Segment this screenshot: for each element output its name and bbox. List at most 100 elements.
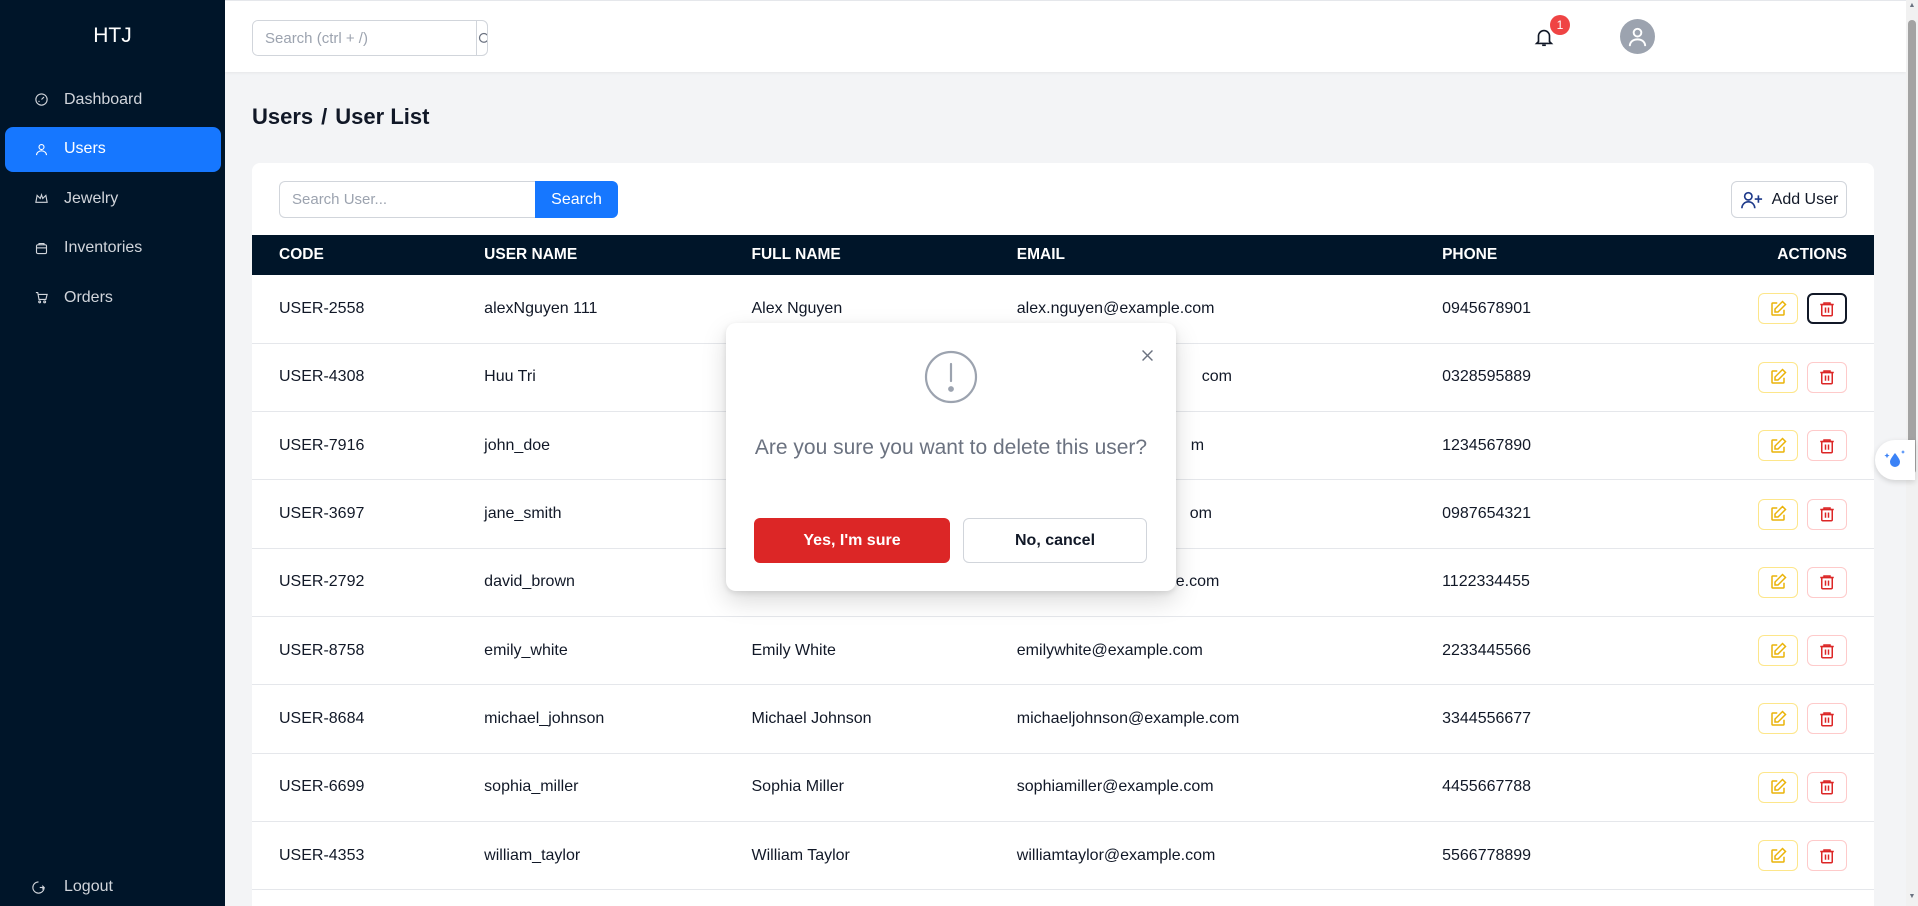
add-user-icon bbox=[1740, 191, 1762, 208]
cell-username: jane_smith bbox=[484, 505, 562, 523]
warning-icon bbox=[923, 349, 979, 405]
delete-button[interactable] bbox=[1807, 498, 1847, 530]
confirm-delete-button[interactable]: Yes, I'm sure bbox=[754, 518, 950, 563]
delete-button[interactable] bbox=[1807, 703, 1847, 735]
table-header-row: CODE USER NAME FULL NAME EMAIL PHONE ACT… bbox=[252, 235, 1874, 275]
trash-icon bbox=[1820, 438, 1834, 454]
edit-button[interactable] bbox=[1758, 635, 1798, 667]
edit-button[interactable] bbox=[1758, 840, 1798, 872]
global-search-button[interactable] bbox=[476, 21, 487, 55]
cell-username: john_doe bbox=[484, 436, 551, 454]
sidebar-item-users[interactable]: Users bbox=[5, 126, 221, 172]
trash-icon bbox=[1820, 848, 1834, 864]
brand-logo[interactable]: HTJ bbox=[0, 24, 225, 48]
cell-code: USER-2792 bbox=[279, 573, 365, 591]
cell-phone: 5566778899 bbox=[1442, 846, 1532, 864]
cell-email: emilywhite@example.com bbox=[1016, 641, 1203, 659]
cell-phone: 0987654321 bbox=[1442, 505, 1532, 523]
table-row: USER-6699 sophia_miller Sophia Miller so… bbox=[252, 753, 1874, 822]
sidebar-item-jewelry[interactable]: Jewelry bbox=[5, 176, 221, 221]
delete-button[interactable] bbox=[1807, 430, 1847, 462]
cell-actions bbox=[1758, 616, 1874, 684]
sidebar-item-inventories[interactable]: Inventories bbox=[5, 226, 221, 271]
delete-button[interactable] bbox=[1807, 293, 1847, 325]
trash-icon bbox=[1820, 575, 1834, 590]
edit-button[interactable] bbox=[1758, 498, 1798, 530]
cell-actions bbox=[1758, 480, 1874, 548]
cart-icon bbox=[31, 290, 51, 306]
edit-button[interactable] bbox=[1758, 361, 1798, 393]
edit-button[interactable] bbox=[1758, 703, 1798, 735]
cell-email: sophiamiller@example.com bbox=[1016, 778, 1214, 796]
scrollbar-thumb[interactable] bbox=[1908, 20, 1916, 474]
delete-button[interactable] bbox=[1807, 635, 1847, 667]
delete-button[interactable] bbox=[1807, 361, 1847, 393]
scroll-up-arrow[interactable]: ▲ bbox=[1908, 2, 1916, 12]
global-search-input[interactable] bbox=[253, 21, 476, 55]
cell-code: USER-4353 bbox=[279, 846, 365, 864]
cell-username: alexNguyen 111 bbox=[484, 299, 598, 317]
jewelry-icon bbox=[31, 191, 51, 207]
cell-code: USER-8758 bbox=[279, 641, 365, 659]
edit-icon bbox=[1771, 642, 1787, 658]
user-search: Search bbox=[279, 181, 618, 218]
table-row: USER-8684 michael_johnson Michael Johnso… bbox=[252, 685, 1874, 754]
cell-phone: 1122334455 bbox=[1442, 573, 1530, 591]
delete-confirm-modal: Are you sure you want to delete this use… bbox=[726, 323, 1176, 591]
cell-actions bbox=[1758, 821, 1874, 889]
breadcrumb-separator: / bbox=[321, 104, 328, 129]
cell-phone: 0328595889 bbox=[1442, 368, 1532, 386]
edit-icon bbox=[1771, 710, 1787, 726]
cell-code: USER-8684 bbox=[279, 709, 365, 727]
cell-code: USER-4308 bbox=[279, 368, 365, 386]
notification-badge: 1 bbox=[1550, 15, 1570, 35]
edit-button[interactable] bbox=[1758, 566, 1798, 598]
edit-icon bbox=[1771, 573, 1787, 590]
trash-icon bbox=[1820, 302, 1834, 317]
trash-icon bbox=[1820, 712, 1834, 727]
column-header-fullname: FULL NAME bbox=[751, 246, 841, 263]
logout-button[interactable]: Logout bbox=[5, 866, 221, 906]
edit-icon bbox=[1771, 437, 1787, 453]
cell-actions bbox=[1758, 753, 1874, 821]
cell-fullname: William Taylor bbox=[751, 846, 850, 864]
global-search bbox=[252, 20, 488, 56]
delete-button[interactable] bbox=[1807, 771, 1847, 803]
avatar-icon bbox=[1628, 27, 1647, 47]
cell-username: Huu Tri bbox=[484, 368, 536, 386]
add-user-button[interactable]: Add User bbox=[1731, 181, 1847, 218]
cell-username: michael_johnson bbox=[484, 709, 605, 727]
edit-button[interactable] bbox=[1758, 771, 1798, 803]
cell-code: USER-2558 bbox=[279, 299, 365, 317]
scroll-down-arrow[interactable]: ▼ bbox=[1908, 893, 1916, 903]
edit-button[interactable] bbox=[1758, 293, 1798, 325]
sidebar-item-label: Orders bbox=[64, 288, 113, 306]
cell-code: USER-6699 bbox=[279, 778, 365, 796]
cell-phone: 2233445566 bbox=[1442, 641, 1532, 659]
modal-close-button[interactable] bbox=[1136, 344, 1158, 366]
cell-fullname: Michael Johnson bbox=[751, 709, 872, 727]
cancel-button[interactable]: No, cancel bbox=[963, 518, 1147, 563]
user-search-input[interactable] bbox=[279, 181, 535, 218]
edit-icon bbox=[1771, 368, 1787, 385]
delete-button[interactable] bbox=[1807, 566, 1847, 598]
trash-icon bbox=[1820, 643, 1834, 659]
cell-username: william_taylor bbox=[484, 846, 581, 864]
cell-email: williamtaylor@example.com bbox=[1016, 846, 1216, 864]
cell-actions bbox=[1758, 343, 1874, 411]
user-icon bbox=[31, 141, 51, 157]
extension-widget[interactable] bbox=[1875, 440, 1915, 480]
sidebar-item-label: Dashboard bbox=[64, 90, 143, 108]
sidebar-item-orders[interactable]: Orders bbox=[5, 275, 221, 320]
column-header-username: USER NAME bbox=[484, 246, 578, 263]
add-user-label: Add User bbox=[1771, 190, 1839, 208]
edit-button[interactable] bbox=[1758, 430, 1798, 462]
breadcrumb-root[interactable]: Users bbox=[252, 104, 313, 130]
cell-actions bbox=[1758, 412, 1874, 480]
search-button[interactable]: Search bbox=[535, 181, 618, 218]
user-avatar[interactable] bbox=[1620, 19, 1655, 54]
trash-icon bbox=[1820, 370, 1834, 385]
sidebar-item-dashboard[interactable]: Dashboard bbox=[5, 77, 221, 122]
table-row: USER-4353 william_taylor William Taylor … bbox=[252, 821, 1874, 890]
delete-button[interactable] bbox=[1807, 840, 1847, 872]
